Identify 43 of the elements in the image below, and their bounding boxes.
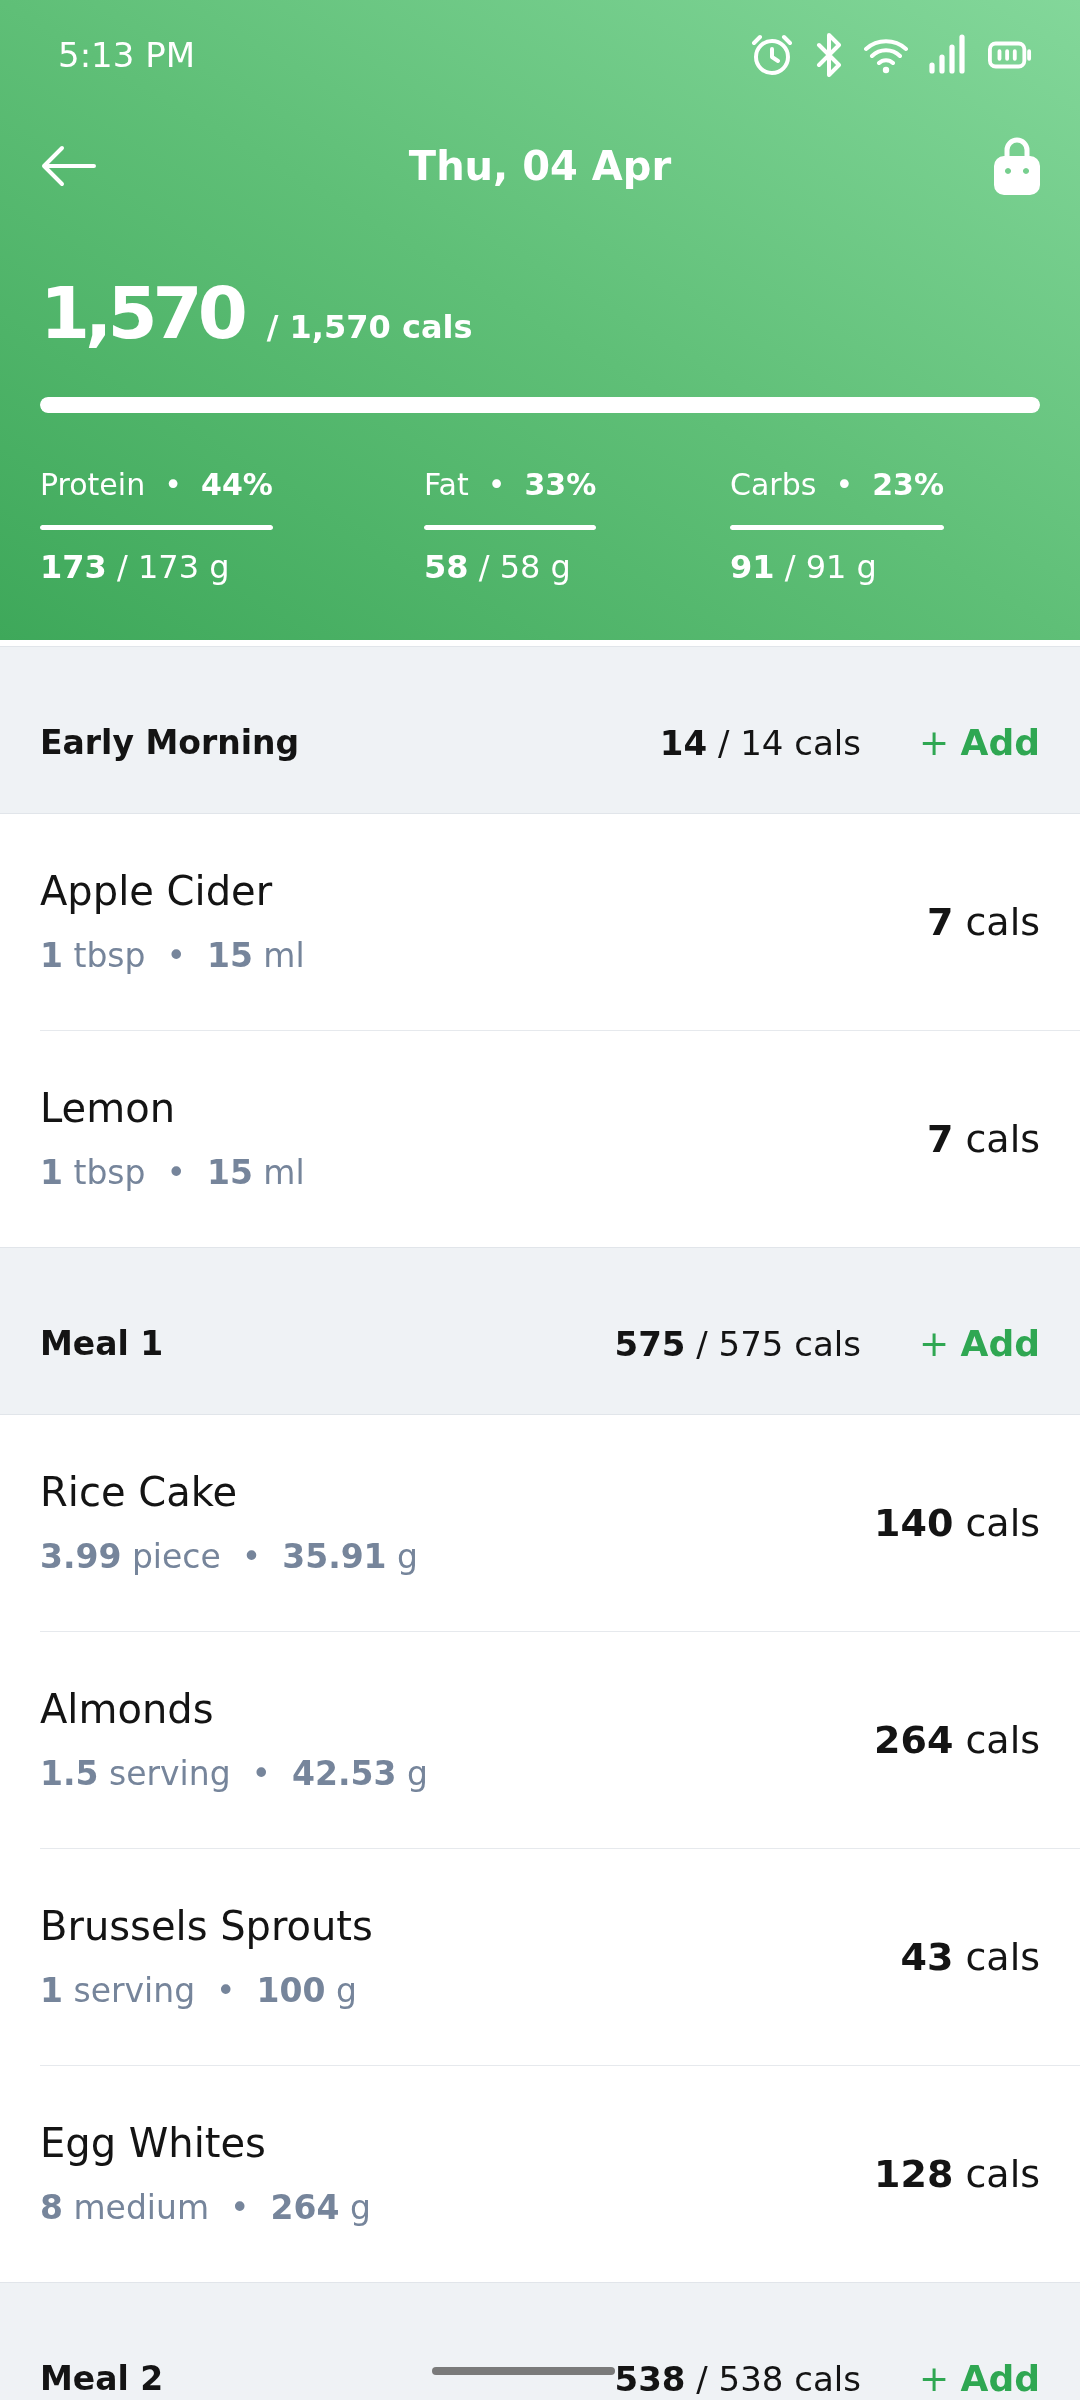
meal-calories: 575 / 575 cals [614, 1326, 861, 1362]
food-portion: 1 tbsp • 15 ml [40, 1153, 305, 1193]
food-name: Rice Cake [40, 1469, 237, 1515]
meal-calories: 538 / 538 cals [614, 2361, 861, 2397]
add-food-button[interactable]: + Add [919, 2361, 1040, 2397]
back-arrow-icon[interactable] [40, 144, 96, 188]
meal-name: Meal 1 [40, 1326, 164, 1362]
food-portion: 1 tbsp • 15 ml [40, 936, 305, 976]
shopping-bag-icon[interactable] [994, 137, 1040, 195]
food-calories: 7 cals [926, 1116, 1040, 1162]
add-food-button[interactable]: + Add [919, 1326, 1040, 1362]
food-calories: 7 cals [926, 899, 1040, 945]
calorie-goal: / 1,570 cals [266, 307, 473, 347]
food-portion: 1.5 serving • 42.53 g [40, 1754, 428, 1794]
food-name: Lemon [40, 1085, 175, 1131]
macro-label: Fat • 33% [424, 467, 597, 503]
macro-amount: 91 / 91 g [730, 548, 878, 586]
meal-name: Early Morning [40, 725, 300, 761]
calories-eaten: 1,570 [40, 273, 243, 353]
food-portion: 3.99 piece • 35.91 g [40, 1537, 419, 1577]
macro-amount: 58 / 58 g [424, 548, 572, 586]
meal-calories: 14 / 14 cals [659, 725, 861, 761]
macro-label: Protein • 44% [40, 467, 273, 503]
alarm-clock-icon [750, 33, 794, 77]
food-name: Brussels Sprouts [40, 1903, 373, 1949]
add-food-button[interactable]: + Add [919, 725, 1040, 761]
page-title: Thu, 04 Apr [408, 142, 672, 190]
signal-icon [928, 33, 968, 77]
status-time: 5:13 PM [58, 35, 195, 75]
food-name: Egg Whites [40, 2120, 266, 2166]
food-calories: 43 cals [900, 1934, 1040, 1980]
food-calories: 128 cals [874, 2151, 1040, 2197]
macro-label: Carbs • 23% [730, 467, 944, 503]
macro-amount: 173 / 173 g [40, 548, 231, 586]
bluetooth-icon [814, 33, 844, 77]
food-portion: 8 medium • 264 g [40, 2188, 371, 2228]
food-name: Almonds [40, 1686, 214, 1732]
food-calories: 140 cals [874, 1500, 1040, 1546]
home-indicator[interactable] [432, 2367, 615, 2375]
food-portion: 1 serving • 100 g [40, 1971, 357, 2011]
meal-name: Meal 2 [40, 2361, 164, 2397]
food-calories: 264 cals [874, 1717, 1040, 1763]
food-name: Apple Cider [40, 868, 273, 914]
